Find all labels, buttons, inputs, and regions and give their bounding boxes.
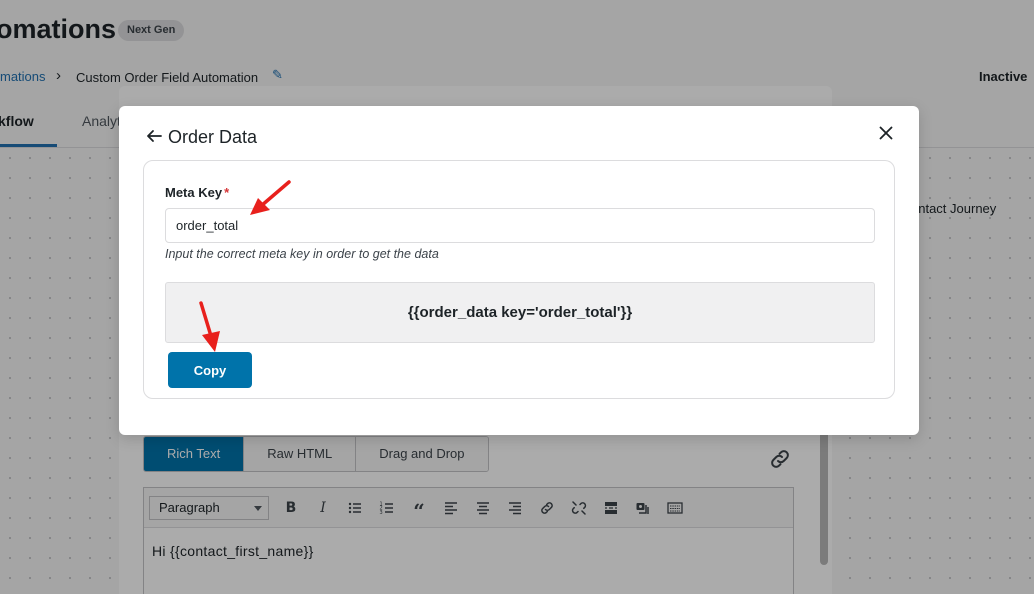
copy-button[interactable]: Copy bbox=[168, 352, 252, 388]
meta-key-label-text: Meta Key bbox=[165, 185, 223, 200]
meta-key-label: Meta Key * bbox=[165, 185, 229, 200]
required-asterisk: * bbox=[224, 185, 230, 200]
order-data-modal: Order Data Meta Key* Input the correct m… bbox=[119, 106, 919, 435]
shortcode-preview: {{order_data key='order_total'}} bbox=[165, 282, 875, 343]
annotation-arrow-input bbox=[250, 180, 291, 215]
meta-key-hint: Input the correct meta key in order to g… bbox=[165, 247, 439, 261]
close-icon[interactable] bbox=[878, 125, 894, 141]
annotation-arrow-copy bbox=[199, 301, 220, 352]
arrow-left-icon[interactable] bbox=[146, 128, 162, 144]
modal-title: Order Data bbox=[168, 127, 258, 147]
